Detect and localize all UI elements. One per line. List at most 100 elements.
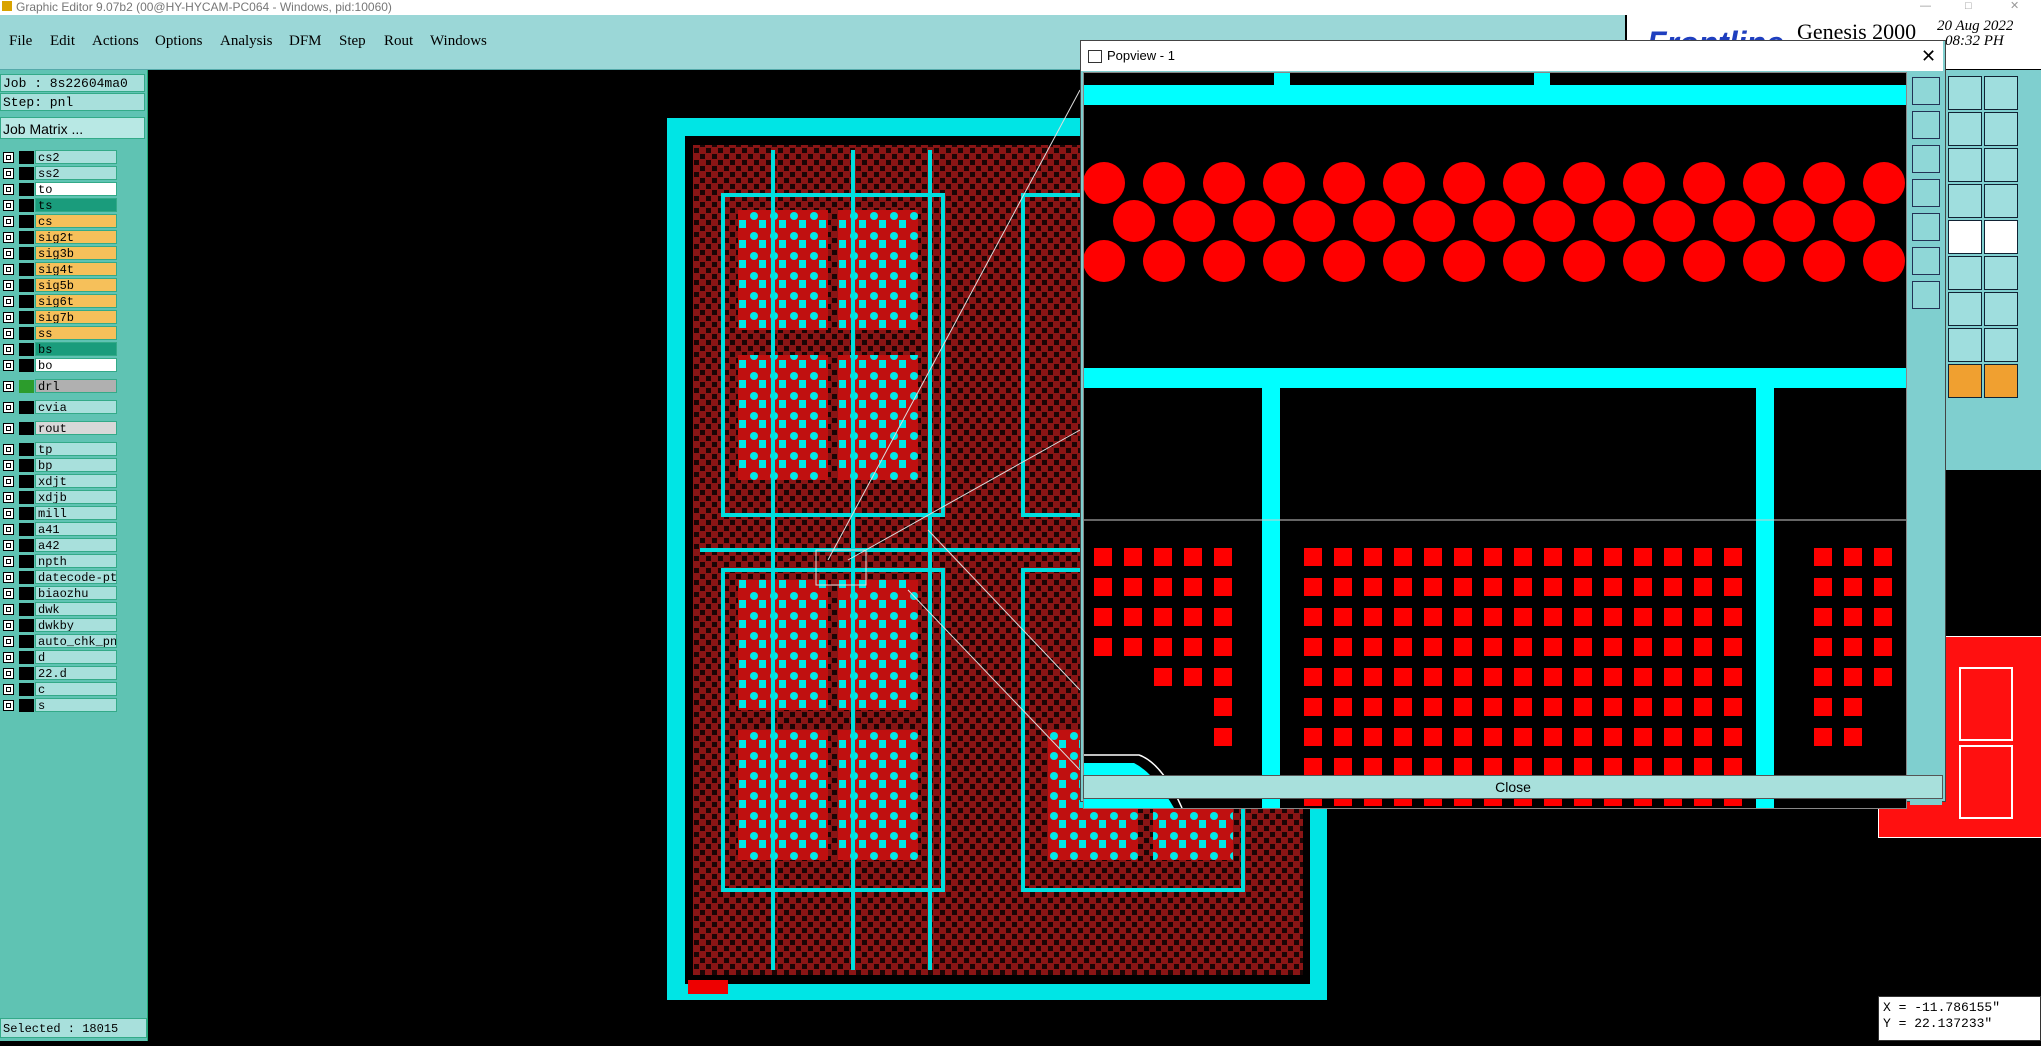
tool-button-7[interactable] <box>1948 292 1982 326</box>
layer-row-datecode-pts[interactable]: datecode-pts <box>2 570 117 585</box>
layer-name[interactable]: c <box>35 682 117 696</box>
layer-name[interactable]: 22.d <box>35 666 117 680</box>
layer-row-sig6t[interactable]: sig6t <box>2 294 117 309</box>
layer-color-swatch[interactable] <box>19 359 34 372</box>
layer-row-npth[interactable]: npth <box>2 554 117 569</box>
layer-color-swatch[interactable] <box>19 401 34 414</box>
layer-checkbox[interactable] <box>3 700 14 711</box>
layer-checkbox[interactable] <box>3 540 14 551</box>
layer-name[interactable]: dwk <box>35 602 117 616</box>
layer-name[interactable]: xdjt <box>35 474 117 488</box>
layer-color-swatch[interactable] <box>19 571 34 584</box>
layer-row-xdjt[interactable]: xdjt <box>2 474 117 489</box>
tool-button-14[interactable] <box>1984 220 2018 254</box>
layer-color-swatch[interactable] <box>19 555 34 568</box>
layer-row-dwk[interactable]: dwk <box>2 602 117 617</box>
layer-checkbox[interactable] <box>3 620 14 631</box>
pv-zoom-next-button[interactable] <box>1912 213 1940 241</box>
tool-button-3[interactable] <box>1948 148 1982 182</box>
layer-color-swatch[interactable] <box>19 603 34 616</box>
layer-checkbox[interactable] <box>3 248 14 259</box>
layer-row-d[interactable]: d <box>2 650 117 665</box>
layer-name[interactable]: a42 <box>35 538 117 552</box>
popview-close-button[interactable]: Close <box>1083 775 1943 799</box>
layer-checkbox[interactable] <box>3 280 14 291</box>
layer-name[interactable]: datecode-pts <box>35 570 117 584</box>
layer-name[interactable]: s <box>35 698 117 712</box>
maximize-icon[interactable]: □ <box>1965 0 1972 12</box>
layer-name[interactable]: xdjb <box>35 490 117 504</box>
layer-row-c[interactable]: c <box>2 682 117 697</box>
layer-row-sig7b[interactable]: sig7b <box>2 310 117 325</box>
pv-zoom-back-button[interactable] <box>1912 179 1940 207</box>
layer-color-swatch[interactable] <box>19 587 34 600</box>
layer-color-swatch[interactable] <box>19 459 34 472</box>
layer-checkbox[interactable] <box>3 216 14 227</box>
menu-edit[interactable]: Edit <box>50 33 75 50</box>
layer-name[interactable]: bs <box>35 342 117 356</box>
layer-checkbox[interactable] <box>3 460 14 471</box>
tool-button-8[interactable] <box>1948 328 1982 362</box>
layer-color-swatch[interactable] <box>19 199 34 212</box>
layer-name[interactable]: cs2 <box>35 150 117 164</box>
job-matrix-button[interactable]: Job Matrix ... <box>0 117 145 139</box>
layer-row-drl[interactable]: drl <box>2 379 117 394</box>
layer-name[interactable]: to <box>35 182 117 196</box>
layer-color-swatch[interactable] <box>19 215 34 228</box>
pv-zoom-in-button[interactable] <box>1912 77 1940 105</box>
layer-color-swatch[interactable] <box>19 167 34 180</box>
layer-color-swatch[interactable] <box>19 343 34 356</box>
tool-button-17[interactable] <box>1984 328 2018 362</box>
layer-name[interactable]: drl <box>35 379 117 393</box>
pv-fit-button[interactable] <box>1912 247 1940 275</box>
layer-name[interactable]: ts <box>35 198 117 212</box>
layer-color-swatch[interactable] <box>19 380 34 393</box>
layer-checkbox[interactable] <box>3 476 14 487</box>
menu-analysis[interactable]: Analysis <box>220 33 273 50</box>
menu-windows[interactable]: Windows <box>430 33 487 50</box>
layer-name[interactable]: a41 <box>35 522 117 536</box>
tool-button-10[interactable] <box>1984 76 2018 110</box>
layer-row-sig3b[interactable]: sig3b <box>2 246 117 261</box>
layer-row-xdjb[interactable]: xdjb <box>2 490 117 505</box>
layer-name[interactable]: dwkby <box>35 618 117 632</box>
menu-actions[interactable]: Actions <box>92 33 139 50</box>
layer-color-swatch[interactable] <box>19 247 34 260</box>
layer-checkbox[interactable] <box>3 636 14 647</box>
layer-color-swatch[interactable] <box>19 422 34 435</box>
layer-name[interactable]: auto_chk_pn <box>35 634 117 648</box>
popview-zoom-view[interactable] <box>1083 72 1907 809</box>
layer-checkbox[interactable] <box>3 508 14 519</box>
layer-row-22.d[interactable]: 22.d <box>2 666 117 681</box>
layer-checkbox[interactable] <box>3 232 14 243</box>
layer-color-swatch[interactable] <box>19 443 34 456</box>
layer-color-swatch[interactable] <box>19 231 34 244</box>
layer-name[interactable]: npth <box>35 554 117 568</box>
close-window-icon[interactable]: ✕ <box>2010 0 2019 12</box>
layer-name[interactable]: tp <box>35 442 117 456</box>
layer-color-swatch[interactable] <box>19 683 34 696</box>
layer-row-cs[interactable]: cs <box>2 214 117 229</box>
layer-color-swatch[interactable] <box>19 311 34 324</box>
menu-options[interactable]: Options <box>155 33 203 50</box>
layer-row-to[interactable]: to <box>2 182 117 197</box>
layer-row-auto_chk_pn[interactable]: auto_chk_pn <box>2 634 117 649</box>
layer-color-swatch[interactable] <box>19 635 34 648</box>
layer-row-bs[interactable]: bs <box>2 342 117 357</box>
layer-row-mill[interactable]: mill <box>2 506 117 521</box>
layer-row-ts[interactable]: ts <box>2 198 117 213</box>
layer-row-biaozhu[interactable]: biaozhu <box>2 586 117 601</box>
menu-step[interactable]: Step <box>339 33 366 50</box>
layer-color-swatch[interactable] <box>19 295 34 308</box>
layer-name[interactable]: sig7b <box>35 310 117 324</box>
layer-name[interactable]: d <box>35 650 117 664</box>
layer-name[interactable]: bo <box>35 358 117 372</box>
layer-row-cs2[interactable]: cs2 <box>2 150 117 165</box>
layer-checkbox[interactable] <box>3 184 14 195</box>
layer-row-cvia[interactable]: cvia <box>2 400 117 415</box>
tool-button-5[interactable] <box>1948 220 1982 254</box>
layer-color-swatch[interactable] <box>19 327 34 340</box>
layer-row-a41[interactable]: a41 <box>2 522 117 537</box>
layer-color-swatch[interactable] <box>19 507 34 520</box>
tool-button-11[interactable] <box>1984 112 2018 146</box>
